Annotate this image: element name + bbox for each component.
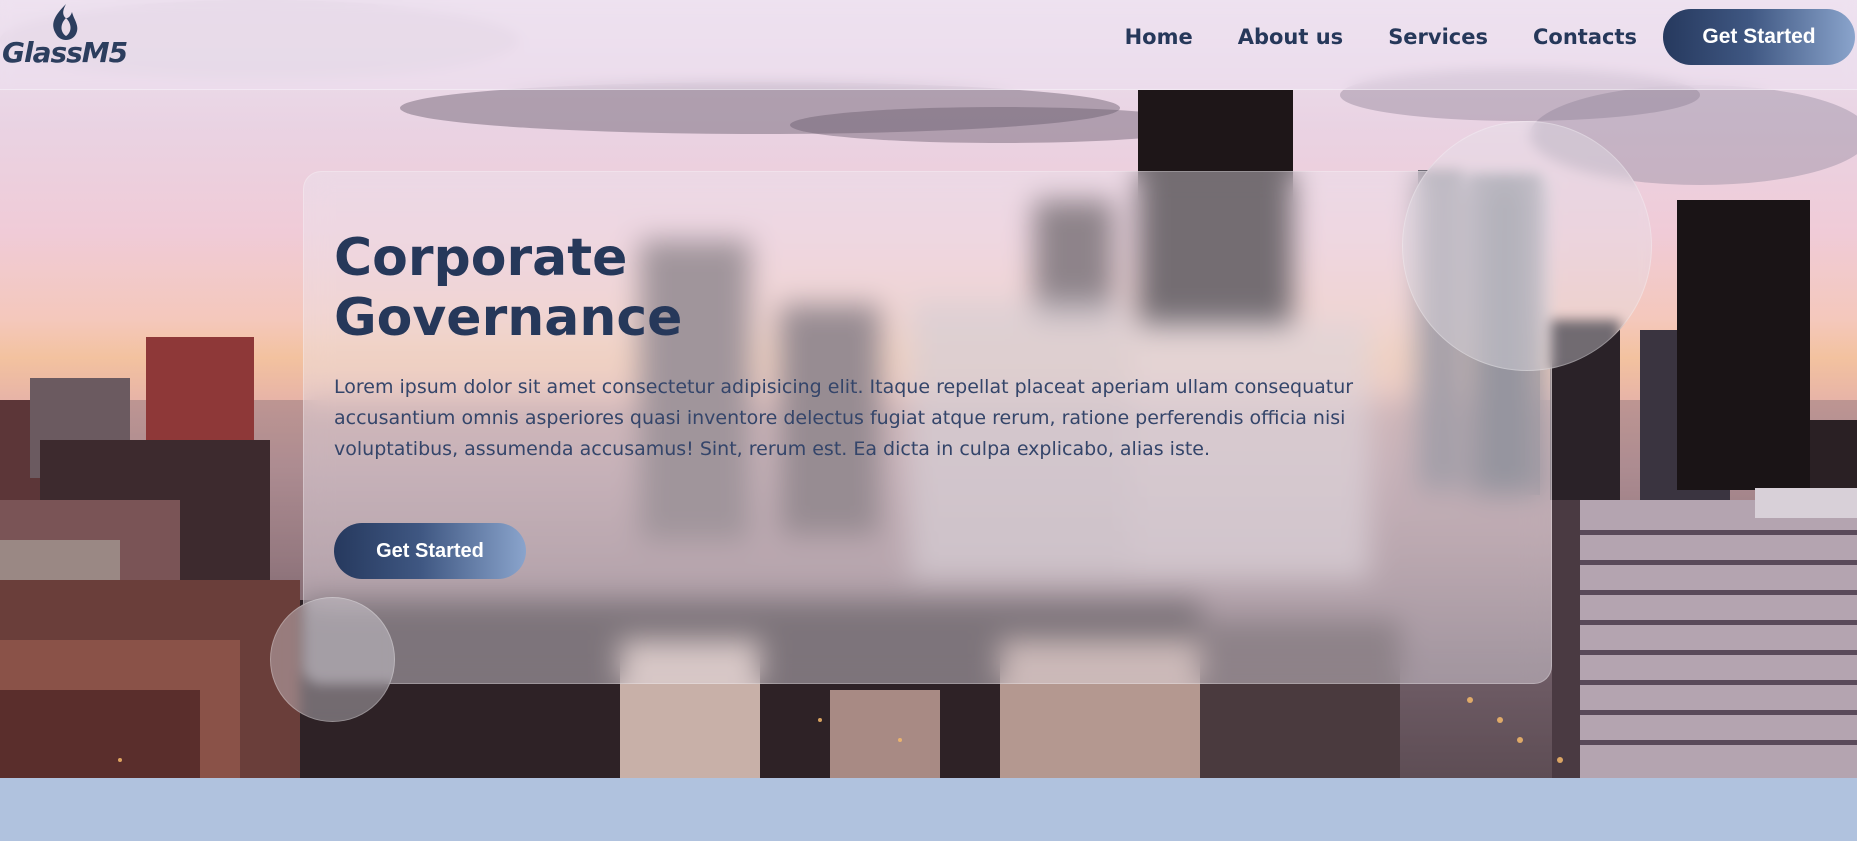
- nav-link-about-us[interactable]: About us: [1238, 25, 1343, 49]
- main-nav: Home About us Services Contacts Get Star…: [1125, 8, 1857, 66]
- hero-glass-card: Corporate Governance Lorem ipsum dolor s…: [303, 171, 1552, 684]
- nav-get-started-button[interactable]: Get Started: [1663, 9, 1855, 65]
- nav-link-home[interactable]: Home: [1125, 25, 1193, 49]
- brand-name: GlassM5: [2, 36, 128, 69]
- hero-description: Lorem ipsum dolor sit amet consectetur a…: [334, 376, 1354, 460]
- hero-title-line-1: Corporate: [334, 228, 628, 288]
- nav-link-contacts[interactable]: Contacts: [1533, 25, 1637, 49]
- brand-logo[interactable]: GlassM5: [2, 2, 132, 69]
- decorative-circle-large: [1402, 121, 1652, 371]
- next-section-strip: [0, 778, 1857, 841]
- top-navbar: GlassM5 Home About us Services Contacts …: [0, 0, 1857, 90]
- hero-title: Corporate Governance: [334, 228, 934, 348]
- nav-link-services[interactable]: Services: [1388, 25, 1488, 49]
- hero-title-line-2: Governance: [334, 288, 683, 348]
- decorative-circle-small: [270, 597, 395, 722]
- hero-get-started-button[interactable]: Get Started: [334, 523, 526, 579]
